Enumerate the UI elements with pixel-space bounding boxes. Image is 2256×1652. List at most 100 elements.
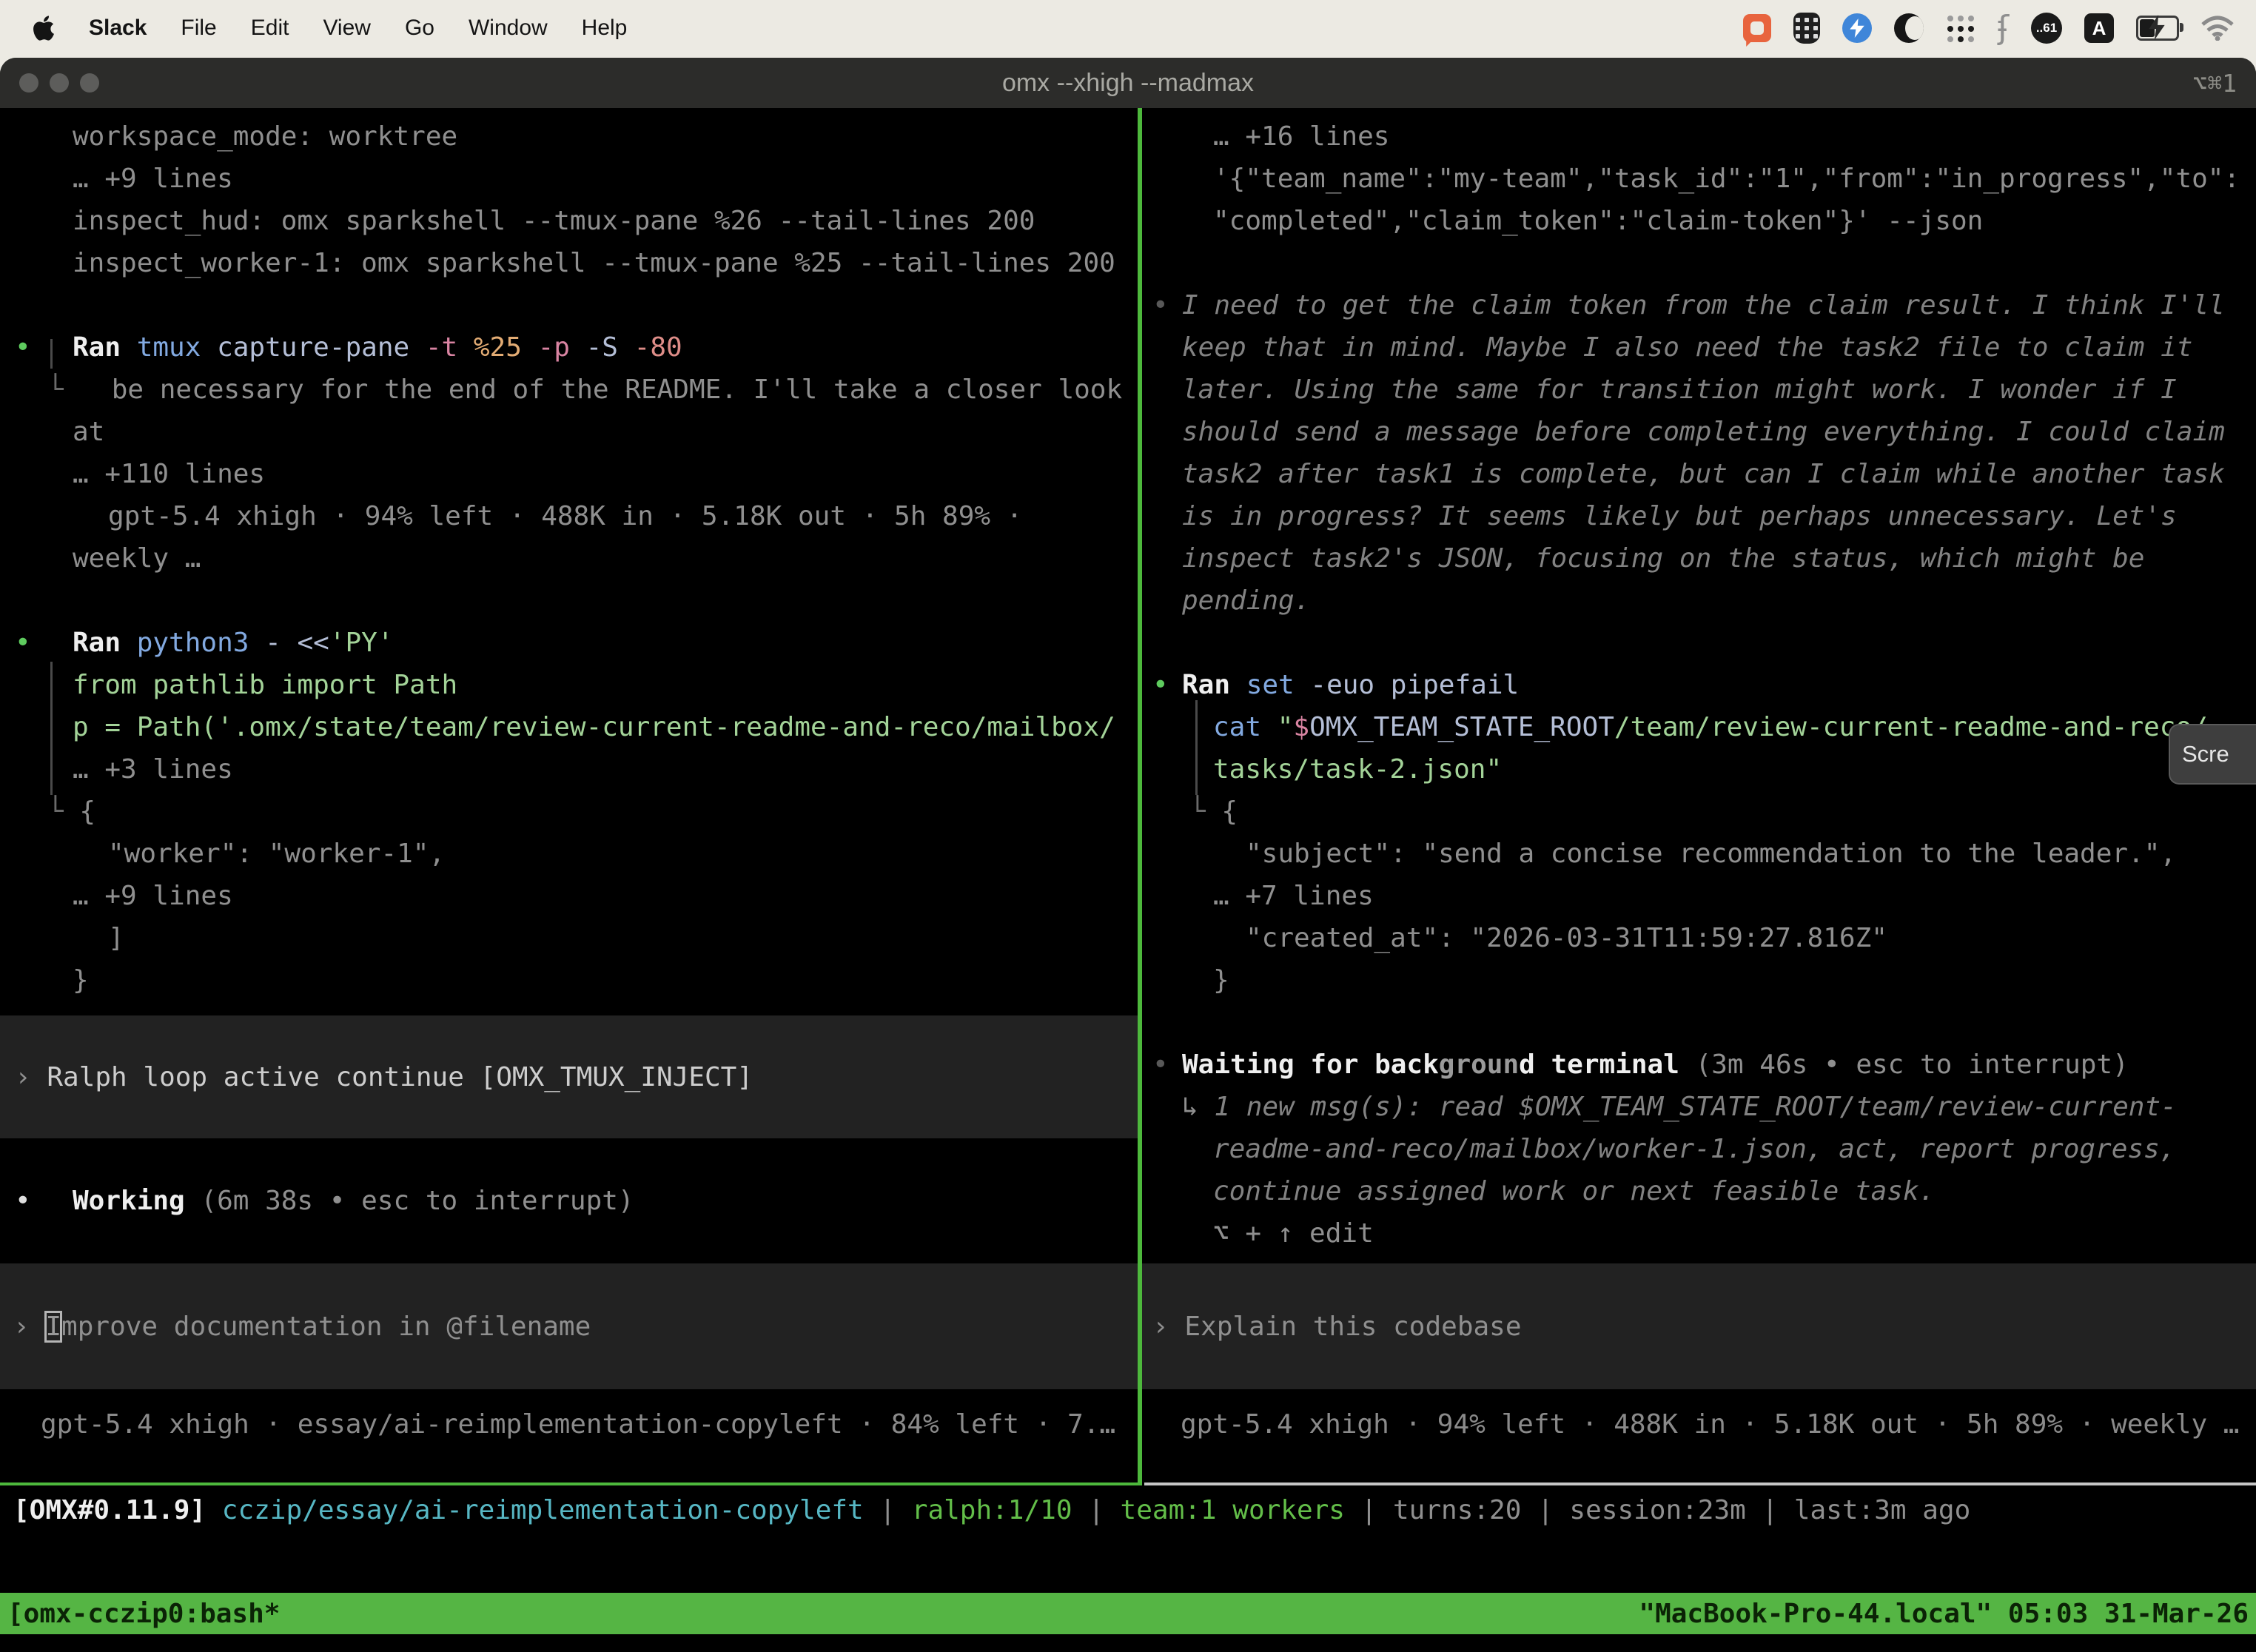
text-segment: inspect task2's JSON, focusing on the st… bbox=[1182, 543, 2144, 574]
app-grid-icon[interactable] bbox=[1946, 13, 1975, 43]
text-segment: cczip/essay/ai-reimplementation-copyleft bbox=[222, 1495, 864, 1525]
gauge-badge-icon[interactable]: ..61 bbox=[2031, 13, 2062, 44]
terminal-line: … +16 lines bbox=[1142, 115, 2256, 158]
screen-share-tooltip: Scre bbox=[2169, 724, 2256, 785]
menu-item-view[interactable]: View bbox=[323, 16, 370, 41]
omx-status-line: [OMX#0.11.9] cczip/essay/ai-reimplementa… bbox=[13, 1489, 1970, 1531]
terminal-line: └ be necessary for the end of the README… bbox=[0, 369, 1138, 411]
battery-charging-icon[interactable] bbox=[2136, 16, 2179, 41]
terminal-line: └ { bbox=[0, 790, 1138, 833]
text-segment: Waiting for back bbox=[1182, 1050, 1439, 1080]
terminal-line: "completed","claim_token":"claim-token"}… bbox=[1142, 200, 2256, 242]
terminal-window: omx --xhigh --madmax ⌥⌘1 workspace_mode:… bbox=[0, 58, 2256, 1652]
terminal-line: gpt-5.4 xhigh · 94% left · 488K in · 5.1… bbox=[0, 495, 1138, 537]
menu-item-window[interactable]: Window bbox=[469, 16, 548, 41]
zoom-button[interactable] bbox=[80, 73, 99, 93]
terminal-line: at bbox=[0, 411, 1138, 453]
terminal-line: •Ran tmux capture-pane -t %25 -p -S -80 bbox=[0, 326, 1138, 369]
terminal-line: keep that in mind. Maybe I also need the… bbox=[1142, 326, 2256, 369]
apple-menu-icon[interactable] bbox=[33, 14, 55, 42]
text-segment: Explain this codebase bbox=[1184, 1312, 1521, 1342]
model-status-left: gpt-5.4 xhigh · essay/ai-reimplementatio… bbox=[0, 1403, 1138, 1446]
text-segment: "subject": "send a concise recommendatio… bbox=[1246, 839, 2176, 869]
menu-bar-left: Slack File Edit View Go Window Help bbox=[0, 14, 627, 42]
text-segment: tasks/task-2.json" bbox=[1213, 754, 1502, 785]
menu-item-slack[interactable]: Slack bbox=[89, 16, 147, 41]
text-segment: OMX_TEAM_STATE_ROOT bbox=[1309, 712, 1614, 742]
sync-badge-icon[interactable] bbox=[1842, 13, 1872, 43]
close-button[interactable] bbox=[19, 73, 38, 93]
text-segment: … +16 lines bbox=[1213, 121, 1389, 152]
text-segment: is in progress? It seems likely but perh… bbox=[1182, 501, 2177, 531]
text-segment: later. Using the same for transition mig… bbox=[1182, 375, 2177, 405]
text-segment: } bbox=[73, 965, 89, 995]
terminal-line: cat "$OMX_TEAM_STATE_ROOT/team/review-cu… bbox=[1142, 706, 2256, 748]
terminal-pane-left: workspace_mode: worktree … +9 lines inspec… bbox=[0, 108, 1138, 1483]
text-segment: … +9 lines bbox=[73, 164, 233, 194]
wifi-icon[interactable] bbox=[2201, 16, 2234, 41]
pane-border-bottom-left bbox=[0, 1483, 1142, 1485]
menu-item-help[interactable]: Help bbox=[582, 16, 628, 41]
text-segment: | bbox=[1072, 1495, 1121, 1525]
text-segment: I need to get the claim token from the c… bbox=[1182, 290, 2225, 320]
keyboard-a-label: A bbox=[2092, 17, 2106, 40]
chat-app-icon[interactable] bbox=[1743, 14, 1771, 42]
text-segment: task2 after task1 is complete, but can I… bbox=[1182, 459, 2225, 489]
menu-item-go[interactable]: Go bbox=[405, 16, 434, 41]
terminal-line: … +9 lines bbox=[0, 158, 1138, 200]
crescent-app-icon[interactable] bbox=[1894, 13, 1924, 43]
text-segment: { bbox=[79, 796, 95, 827]
text-segment: | bbox=[864, 1495, 912, 1525]
terminal-line: workspace_mode: worktree bbox=[0, 115, 1138, 158]
text-segment: team:1 workers bbox=[1121, 1495, 1345, 1525]
text-segment: { bbox=[1221, 796, 1238, 827]
text-segment: d terminal bbox=[1519, 1050, 1695, 1080]
text-segment: %25 bbox=[474, 332, 538, 363]
block-connector-line bbox=[1195, 700, 1198, 795]
bullet-icon: • bbox=[15, 326, 73, 369]
working-status-line: •Working (6m 38s • esc to interrupt) bbox=[0, 1180, 1138, 1222]
text-segment: | turns:20 | session:23m | last:3m ago bbox=[1345, 1495, 1970, 1525]
text-segment bbox=[206, 1495, 222, 1525]
text-segment: at bbox=[73, 417, 104, 447]
text-segment: └ bbox=[47, 796, 79, 827]
terminal-line: readme-and-reco/mailbox/worker-1.json, a… bbox=[1142, 1128, 2256, 1170]
text-segment: '{"team_name":"my-team","task_id":"1","f… bbox=[1213, 164, 2240, 194]
text-segment: [OMX#0.11.9] bbox=[13, 1495, 206, 1525]
text-segment: -t bbox=[426, 332, 474, 363]
text-segment: … +3 lines bbox=[73, 754, 233, 785]
terminal-line: } bbox=[1142, 959, 2256, 1001]
window-shortcut: ⌥⌘1 bbox=[2192, 69, 2237, 98]
menu-item-edit[interactable]: Edit bbox=[251, 16, 289, 41]
terminal-line: "created_at": "2026-03-31T11:59:27.816Z" bbox=[1142, 917, 2256, 959]
text-segment: └ bbox=[1189, 796, 1221, 827]
window-title-bar[interactable]: omx --xhigh --madmax ⌥⌘1 bbox=[0, 58, 2256, 108]
text-segment: be necessary for the end of the README. … bbox=[112, 375, 1122, 405]
text-segment: inspect_hud: omx sparkshell --tmux-pane … bbox=[73, 206, 1035, 236]
gauge-badge-count: ..61 bbox=[2036, 21, 2057, 36]
terminal-line: task2 after task1 is complete, but can I… bbox=[1142, 453, 2256, 495]
minimize-button[interactable] bbox=[50, 73, 69, 93]
grid-shield-icon[interactable] bbox=[1793, 13, 1820, 44]
text-segment: should send a message before completing … bbox=[1182, 417, 2225, 447]
terminal-line: '{"team_name":"my-team","task_id":"1","f… bbox=[1142, 158, 2256, 200]
text-segment: 'PY' bbox=[329, 628, 394, 658]
text-segment: "worker": "worker-1", bbox=[108, 839, 445, 869]
prompt-input-right[interactable]: › Explain this codebase bbox=[1142, 1263, 2256, 1389]
hook-app-icon[interactable]: ʄ bbox=[1998, 13, 2009, 43]
terminal-line: "subject": "send a concise recommendatio… bbox=[1142, 833, 2256, 875]
text-segment: /team/review-current-readme-and-reco/ bbox=[1614, 712, 2208, 742]
keyboard-a-icon[interactable]: A bbox=[2084, 13, 2114, 43]
text-segment: … +7 lines bbox=[1213, 881, 1374, 911]
terminal-line: … +7 lines bbox=[1142, 875, 2256, 917]
menu-item-file[interactable]: File bbox=[181, 16, 216, 41]
text-segment: (3m 46s • esc to interrupt) bbox=[1696, 1050, 2129, 1080]
text-segment: … +9 lines bbox=[73, 881, 233, 911]
terminal-line: later. Using the same for transition mig… bbox=[1142, 369, 2256, 411]
terminal-line: inspect_worker-1: omx sparkshell --tmux-… bbox=[0, 242, 1138, 284]
text-segment: -p bbox=[538, 332, 586, 363]
terminal-line: … +110 lines bbox=[0, 453, 1138, 495]
prompt-input-left[interactable]: › Improve documentation in @filename bbox=[0, 1263, 1138, 1389]
window-controls bbox=[19, 73, 99, 93]
text-segment: ] bbox=[108, 923, 124, 953]
